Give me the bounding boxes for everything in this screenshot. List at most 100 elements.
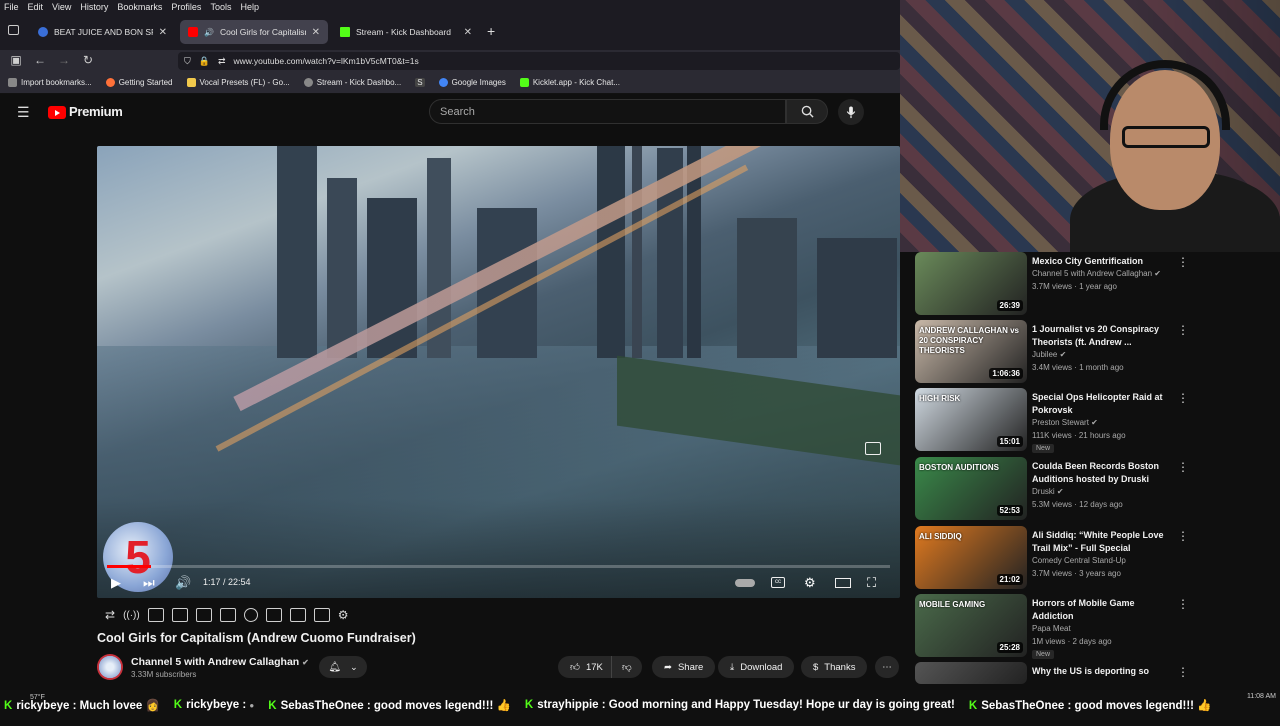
add-icon[interactable]: [265, 608, 282, 622]
recommendation-thumbnail[interactable]: HIGH RISK 15:01: [915, 388, 1027, 451]
more-vertical-icon[interactable]: ⋮: [1177, 597, 1189, 611]
tab-close-icon[interactable]: ✕: [159, 27, 167, 38]
channel-avatar[interactable]: [97, 654, 123, 680]
recommendation-thumbnail[interactable]: MOBILE GAMING 25:28: [915, 594, 1027, 657]
recommendation-channel-name[interactable]: Druski: [1032, 487, 1055, 496]
menu-bookmarks[interactable]: Bookmarks: [117, 2, 162, 12]
camera-icon[interactable]: [289, 608, 306, 622]
menu-view[interactable]: View: [52, 2, 71, 12]
recommendation-item[interactable]: ANDREW CALLAGHAN vs 20 CONSPIRACY THEORI…: [915, 320, 1275, 384]
more-vertical-icon[interactable]: ⋮: [1177, 665, 1189, 679]
recommendation-title[interactable]: Why the US is deporting so: [1032, 665, 1172, 678]
menu-edit[interactable]: Edit: [28, 2, 44, 12]
settings-icon[interactable]: ⚙: [804, 575, 816, 591]
video-player[interactable]: 5 ▶ ⏭ 🔊 1:17 / 22:54 cc ⚙ ⛶: [97, 146, 900, 598]
menu-history[interactable]: History: [80, 2, 108, 12]
bookmark-vocal-presets[interactable]: Vocal Presets (FL) - Go...: [186, 78, 290, 87]
recommendation-channel-name[interactable]: Papa Meat: [1032, 624, 1071, 633]
volume-icon[interactable]: 🔊: [175, 575, 191, 591]
recommendation-item[interactable]: BOSTON AUDITIONS 52:53 Coulda Been Records…: [915, 457, 1275, 521]
recommendation-thumbnail[interactable]: ALI SIDDIQ 21:02: [915, 526, 1027, 589]
bookmark-s[interactable]: S: [415, 78, 425, 87]
lock-icon[interactable]: 🔒: [199, 56, 210, 67]
menu-profiles[interactable]: Profiles: [171, 2, 201, 12]
clapper-icon[interactable]: [171, 608, 188, 622]
youtube-logo-icon[interactable]: [48, 106, 66, 119]
recommendation-thumbnail[interactable]: ANDREW CALLAGHAN vs 20 CONSPIRACY THEORI…: [915, 320, 1027, 383]
youtube-premium-logo[interactable]: Premium: [69, 104, 123, 119]
recommendation-title[interactable]: Special Ops Helicopter Raid at Pokrovsk: [1032, 391, 1172, 417]
recommendation-channel-name[interactable]: Channel 5 with Andrew Callaghan: [1032, 269, 1152, 278]
hamburger-menu-icon[interactable]: ☰: [17, 104, 30, 121]
like-button[interactable]: 👍︎ 17K: [558, 656, 613, 678]
gear-icon[interactable]: ⚙: [338, 608, 349, 622]
recommendation-item[interactable]: MOBILE GAMING 25:28 Horrors of Mobile Game…: [915, 594, 1275, 659]
recommendation-title[interactable]: Horrors of Mobile Game Addiction: [1032, 597, 1172, 623]
tab-kick-dashboard[interactable]: Stream - Kick Dashboard ✕: [332, 20, 480, 44]
bookmark-google-images[interactable]: Google Images: [438, 78, 506, 87]
more-vertical-icon[interactable]: ⋮: [1177, 460, 1189, 474]
screenshot-icon[interactable]: [147, 608, 164, 622]
channel-name[interactable]: Channel 5 with Andrew Callaghan ✔: [131, 656, 309, 668]
tab-list-icon[interactable]: [8, 25, 19, 35]
recommendation-channel[interactable]: Jubilee ✔: [1032, 350, 1066, 359]
play-icon[interactable]: ▶: [111, 575, 121, 591]
recommendation-title[interactable]: 1 Journalist vs 20 Conspiracy Theorists …: [1032, 323, 1172, 349]
tab-close-icon[interactable]: ✕: [312, 27, 320, 38]
share-button[interactable]: ➦ Share: [652, 656, 716, 678]
download-button[interactable]: ⤓ Download: [718, 656, 795, 678]
dislike-button[interactable]: 👎︎: [611, 656, 642, 678]
menu-help[interactable]: Help: [240, 2, 259, 12]
recommendation-title[interactable]: Ali Siddiq: “White People Love Trail Mix…: [1032, 529, 1172, 555]
autoplay-toggle[interactable]: [735, 579, 755, 587]
recommendation-item[interactable]: HIGH RISK 15:01 Special Ops Helicopter Rai…: [915, 388, 1275, 453]
voice-search-button[interactable]: [838, 99, 864, 125]
more-vertical-icon[interactable]: ⋮: [1177, 391, 1189, 405]
progress-bar[interactable]: [107, 565, 890, 568]
bookmark-kick-dashboard[interactable]: Stream - Kick Dashbo...: [303, 78, 401, 87]
channel-name-text[interactable]: Channel 5 with Andrew Callaghan: [131, 656, 299, 668]
more-vertical-icon[interactable]: ⋮: [1177, 255, 1189, 269]
reload-icon[interactable]: ↻: [80, 53, 96, 67]
loop-icon[interactable]: ⇄: [105, 608, 115, 622]
menu-file[interactable]: File: [4, 2, 19, 12]
subtitles-icon[interactable]: cc: [771, 577, 785, 588]
forward-icon[interactable]: →: [56, 53, 72, 67]
search-input[interactable]: Search: [429, 99, 786, 124]
permissions-icon[interactable]: ⇄: [218, 56, 226, 67]
new-tab-icon[interactable]: +: [487, 23, 495, 39]
bookmark-kicklet[interactable]: Kicklet.app - Kick Chat...: [519, 78, 620, 87]
recommendation-channel-name[interactable]: Preston Stewart: [1032, 418, 1089, 427]
recommendation-title[interactable]: Mexico City Gentrification: [1032, 255, 1172, 268]
more-vertical-icon[interactable]: ⋮: [1177, 323, 1189, 337]
recommendation-title[interactable]: Coulda Been Records Boston Auditions hos…: [1032, 460, 1172, 486]
sidebar-toggle-icon[interactable]: ▣: [8, 53, 24, 67]
url-bar[interactable]: ⛉ 🔒 ⇄ www.youtube.com/watch?v=lKm1bV5cMT…: [178, 52, 900, 70]
search-button[interactable]: [786, 99, 828, 124]
recommendation-item[interactable]: ALI SIDDIQ 21:02 Ali Siddiq: “White People…: [915, 526, 1275, 590]
subscribed-bell-button[interactable]: 🔔︎ ⌄: [319, 656, 367, 678]
shield-icon[interactable]: ⛉: [184, 56, 191, 67]
recommendation-channel[interactable]: Preston Stewart ✔: [1032, 418, 1098, 427]
miniplayer-icon[interactable]: [865, 442, 881, 455]
url-text[interactable]: www.youtube.com/watch?v=lKm1bV5cMT0&t=1s: [234, 56, 419, 66]
more-actions-button[interactable]: ⋯: [875, 656, 899, 678]
tab-beat-juice[interactable]: BEAT JUICE AND BON SPLIFF - I ✕: [30, 20, 175, 44]
more-vertical-icon[interactable]: ⋮: [1177, 529, 1189, 543]
recommendation-item[interactable]: 26:39 Mexico City Gentrification Channel 5…: [915, 252, 1275, 316]
recommendation-channel[interactable]: Papa Meat: [1032, 624, 1071, 633]
menu-tools[interactable]: Tools: [210, 2, 231, 12]
bookmark-import[interactable]: Import bookmarks...: [8, 78, 92, 87]
recommendation-channel-name[interactable]: Jubilee: [1032, 350, 1057, 359]
playlist-icon[interactable]: [219, 608, 236, 622]
recommendation-channel[interactable]: Comedy Central Stand-Up: [1032, 556, 1126, 565]
next-icon[interactable]: ⏭: [143, 575, 155, 591]
pip-icon[interactable]: [195, 608, 212, 622]
recommendation-thumbnail[interactable]: [915, 662, 1027, 684]
recommendation-channel-name[interactable]: Comedy Central Stand-Up: [1032, 556, 1126, 565]
speaker-icon[interactable]: 🔊: [204, 28, 214, 37]
speed-icon[interactable]: [243, 608, 258, 622]
recommendation-channel[interactable]: Druski ✔: [1032, 487, 1064, 496]
tab-close-icon[interactable]: ✕: [464, 27, 472, 38]
keyboard-icon[interactable]: [313, 608, 330, 622]
